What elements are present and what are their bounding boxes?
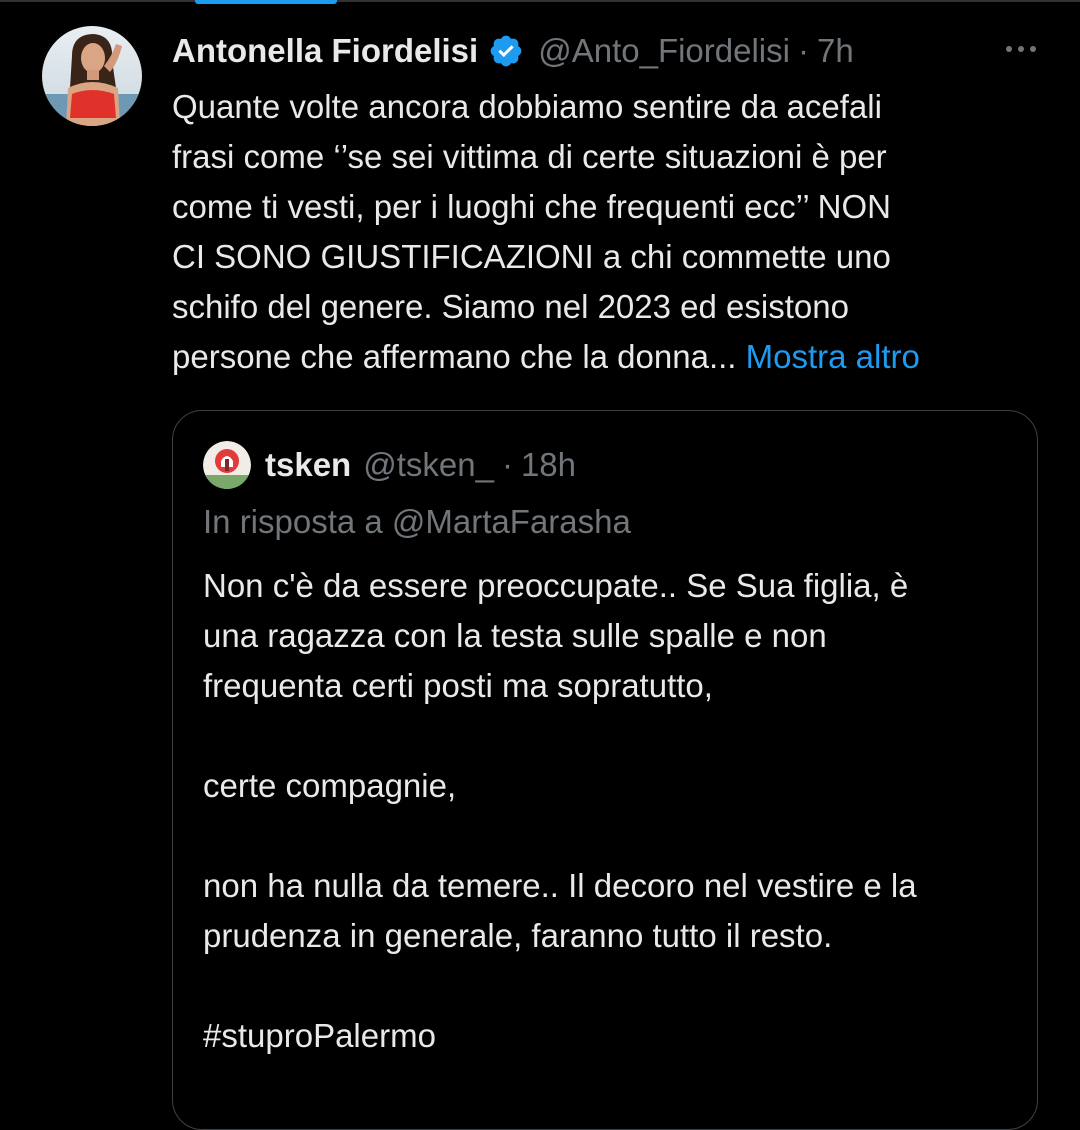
tweet-text-line: frasi come ‘’se sei vittima di certe sit…	[172, 138, 887, 175]
quoted-text-line: prudenza in generale, faranno tutto il r…	[203, 917, 833, 954]
quoted-text-blank-line	[203, 811, 1023, 861]
tweet-text: Quante volte ancora dobbiamo sentire da …	[172, 82, 1052, 382]
more-dot	[1006, 46, 1012, 52]
quoted-author-handle[interactable]: @tsken_	[363, 446, 494, 484]
tweet-text-line: persone che affermano che la donna...	[172, 338, 737, 375]
author-avatar-image	[42, 26, 142, 126]
more-dot	[1018, 46, 1024, 52]
quoted-text-blank-line	[203, 711, 1023, 761]
more-options-icon[interactable]	[1006, 34, 1036, 64]
separator-dot: ·	[797, 32, 809, 69]
tweet-text-line: Quante volte ancora dobbiamo sentire da …	[172, 88, 882, 125]
author-handle[interactable]: @Anto_Fiordelisi	[538, 32, 790, 70]
tweet-text-line: CI SONO GIUSTIFICAZIONI a chi commette u…	[172, 238, 891, 275]
quoted-text-blank-line	[203, 961, 1023, 1011]
tweet-timestamp[interactable]: 7h	[817, 32, 854, 70]
author-avatar[interactable]	[42, 26, 142, 126]
quoted-tweet-card[interactable]: tsken @tsken_ · 18h In risposta a @Marta…	[172, 410, 1038, 1130]
more-dot	[1030, 46, 1036, 52]
quoted-author-name[interactable]: tsken	[265, 446, 351, 484]
separator-dot: ·	[501, 446, 513, 483]
verified-badge-icon	[488, 33, 524, 69]
tweet-header: Antonella Fiordelisi @Anto_Fiordelisi · …	[172, 28, 854, 74]
quoted-text-line: una ragazza con la testa sulle spalle e …	[203, 617, 827, 654]
quoted-text-line: Non c'è da essere preoccupate.. Se Sua f…	[203, 567, 909, 604]
top-divider	[0, 0, 1080, 2]
quoted-tweet-text: Non c'è da essere preoccupate.. Se Sua f…	[203, 561, 1023, 1061]
tweet-text-line: come ti vesti, per i luoghi che frequent…	[172, 188, 891, 225]
show-more-link[interactable]: Mostra altro	[746, 338, 920, 375]
author-name[interactable]: Antonella Fiordelisi	[172, 32, 478, 70]
quoted-text-line: frequenta certi posti ma sopratutto,	[203, 667, 713, 704]
quoted-text-line: certe compagnie,	[203, 767, 457, 804]
quoted-author-avatar-image	[203, 441, 251, 489]
tweet-text-line: schifo del genere. Siamo nel 2023 ed esi…	[172, 288, 849, 325]
quoted-text-line: non ha nulla da temere.. Il decoro nel v…	[203, 867, 917, 904]
hashtag-link[interactable]: #stuproPalermo	[203, 1011, 1023, 1061]
quoted-tweet-timestamp[interactable]: 18h	[521, 446, 576, 484]
quoted-author-avatar[interactable]	[203, 441, 251, 489]
active-tab-indicator	[195, 0, 337, 4]
reply-to-label[interactable]: In risposta a @MartaFarasha	[203, 503, 631, 541]
quoted-tweet-header: tsken @tsken_ · 18h	[203, 439, 576, 491]
tweet-text-last-line: persone che affermano che la donna... Mo…	[172, 332, 1052, 382]
